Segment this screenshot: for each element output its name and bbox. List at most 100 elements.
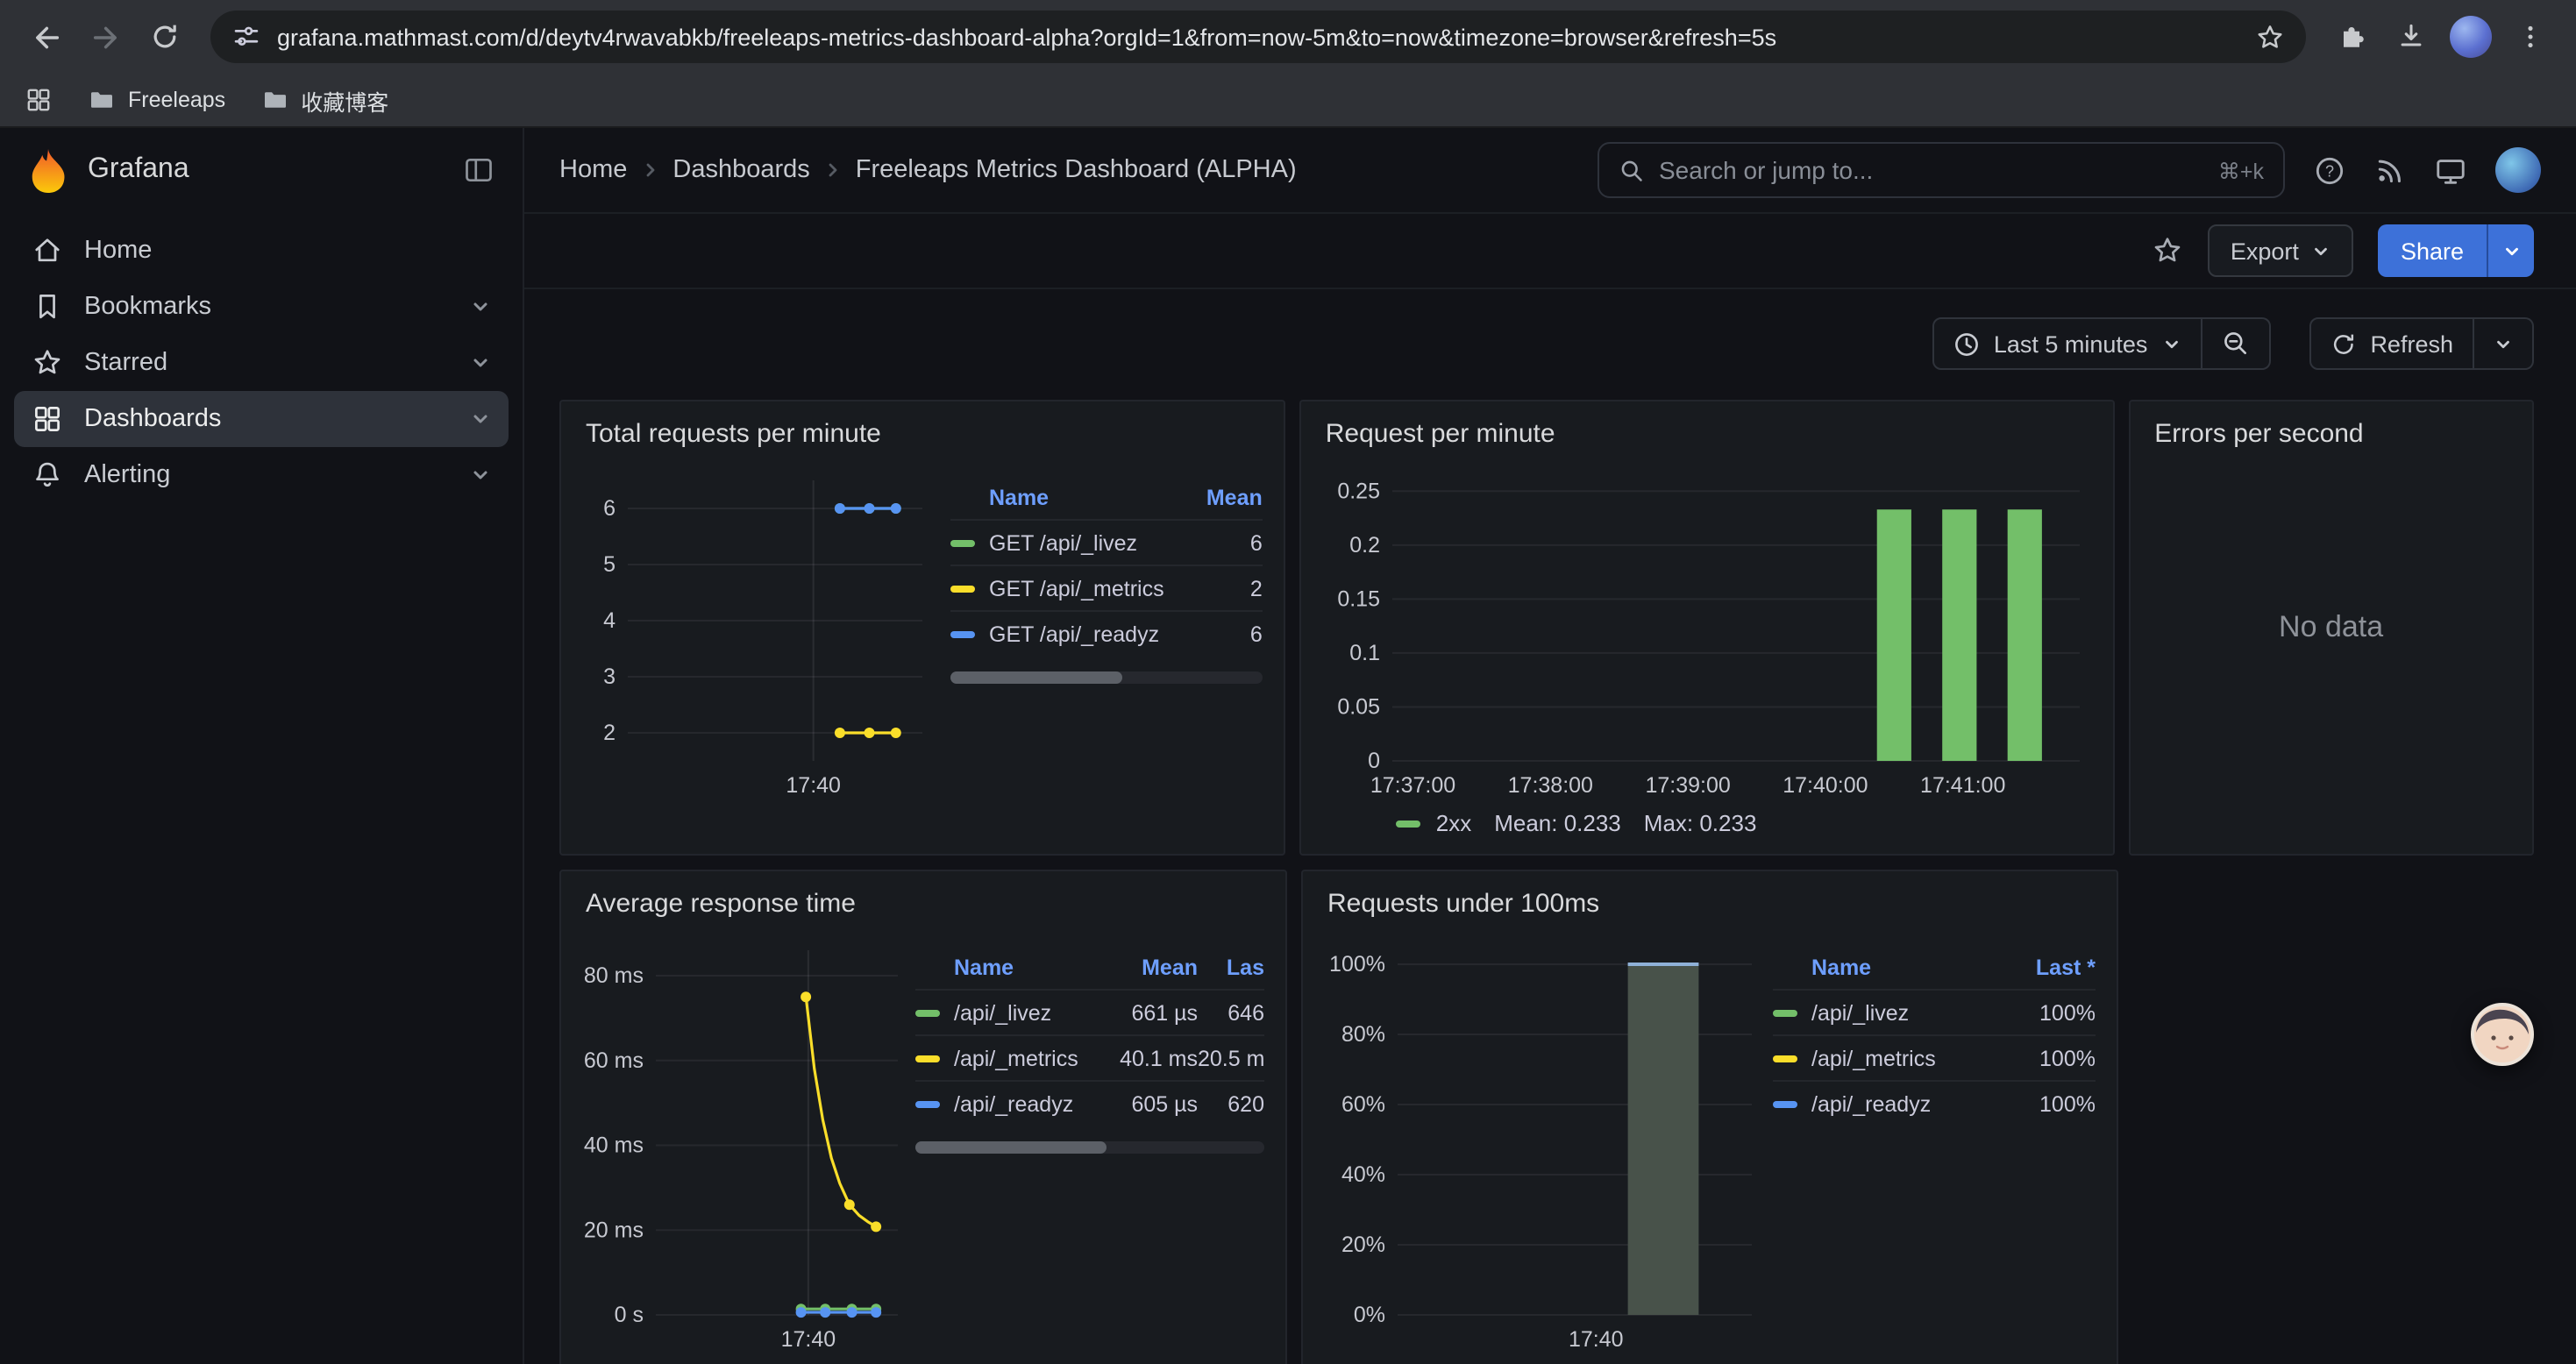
legend-header[interactable]: Mean: [1178, 486, 1263, 510]
display-button[interactable]: [2434, 153, 2467, 187]
url-bar[interactable]: grafana.mathmast.com/d/deytv4rwavabkb/fr…: [210, 11, 2306, 63]
legend: 2xx Mean: 0.233 Max: 0.233: [1322, 810, 2091, 836]
refresh-icon: [2330, 330, 2356, 357]
average-response-time-chart[interactable]: 80 ms60 ms40 ms20 ms0 s17:40: [582, 926, 908, 1360]
total-requests-chart[interactable]: 6543217:40: [582, 456, 943, 806]
bookmark-star-icon[interactable]: [2255, 22, 2285, 52]
sidebar-item-alerting[interactable]: Alerting: [14, 447, 509, 503]
svg-text:2: 2: [603, 721, 616, 745]
breadcrumb-dashboards[interactable]: Dashboards: [672, 156, 809, 184]
bookmark-folder-blogs[interactable]: 收藏博客: [260, 83, 388, 117]
chevron-down-icon[interactable]: [470, 352, 491, 373]
assistant-avatar[interactable]: [2471, 1003, 2534, 1066]
panel-total-requests: Total requests per minute 6543217:40 Nam…: [559, 400, 1285, 856]
reload-button[interactable]: [137, 9, 193, 65]
svg-text:80 ms: 80 ms: [584, 963, 644, 988]
legend-header[interactable]: Last *: [2004, 956, 2096, 980]
legend-value: 100%: [2004, 1046, 2096, 1070]
share-label[interactable]: Share: [2378, 224, 2487, 277]
chevron-down-icon[interactable]: [470, 408, 491, 430]
refresh-button[interactable]: Refresh: [2309, 317, 2474, 370]
downloads-button[interactable]: [2383, 9, 2439, 65]
breadcrumb-home[interactable]: Home: [559, 156, 627, 184]
apps-grid-button[interactable]: [25, 86, 53, 114]
legend-row: GET /api/_livez 6: [950, 519, 1263, 565]
series-toggle[interactable]: /api/_metrics: [1811, 1046, 1936, 1070]
share-button[interactable]: Share: [2378, 224, 2534, 277]
news-button[interactable]: [2374, 154, 2406, 186]
bookmark-folder-freeleaps[interactable]: Freeleaps: [88, 86, 225, 114]
sidebar-item-bookmarks[interactable]: Bookmarks: [14, 279, 509, 335]
time-range-picker[interactable]: Last 5 minutes: [1932, 317, 2202, 370]
dock-menu-button[interactable]: [463, 154, 495, 186]
request-per-minute-chart[interactable]: 0.250.20.150.10.05017:37:0017:38:0017:39…: [1322, 456, 2097, 806]
refresh-interval-button[interactable]: [2474, 317, 2534, 370]
favorite-dashboard-button[interactable]: [2152, 235, 2183, 266]
series-toggle[interactable]: /api/_readyz: [954, 1091, 1073, 1116]
panel-title[interactable]: Requests under 100ms: [1324, 882, 2096, 926]
legend-row: /api/_metrics 100%: [1773, 1034, 2096, 1080]
back-button[interactable]: [18, 9, 74, 65]
dock-menu-icon: [463, 154, 495, 186]
grafana-app: Grafana Home Bookmarks Starred: [0, 128, 2576, 1364]
menu-button[interactable]: [2502, 9, 2558, 65]
sidebar-header: Grafana: [0, 128, 523, 212]
legend-value: 605 µs: [1107, 1091, 1198, 1116]
series-swatch: [1773, 1055, 1797, 1062]
legend-row: GET /api/_metrics2: [950, 565, 1263, 610]
legend-scrollbar[interactable]: [915, 1141, 1264, 1154]
sidebar-item-dashboards[interactable]: Dashboards: [14, 391, 509, 447]
user-avatar-button[interactable]: [2495, 147, 2541, 193]
svg-text:17:41:00: 17:41:00: [1920, 773, 2005, 798]
search-input[interactable]: Search or jump to... ⌘+k: [1598, 142, 2285, 198]
back-icon: [29, 20, 62, 53]
export-button[interactable]: Export: [2208, 224, 2353, 277]
sidebar-item-starred[interactable]: Starred: [14, 335, 509, 391]
legend-header[interactable]: Name: [1773, 956, 2004, 980]
sidebar-item-home[interactable]: Home: [14, 223, 509, 279]
series-toggle[interactable]: 2xx: [1436, 810, 1471, 836]
panel-title[interactable]: Request per minute: [1322, 412, 2091, 456]
legend-value: 6: [1178, 622, 1263, 646]
series-toggle[interactable]: GET /api/_metrics: [989, 576, 1164, 600]
legend-value: 6: [1178, 530, 1263, 555]
legend-scrollbar-thumb[interactable]: [950, 671, 1122, 684]
panel-title[interactable]: Average response time: [582, 882, 1264, 926]
forward-button[interactable]: [77, 9, 133, 65]
requests-under-100ms-chart[interactable]: 100%80%60%40%20%0%17:40: [1324, 926, 1766, 1360]
extensions-button[interactable]: [2323, 9, 2380, 65]
legend-header[interactable]: Name: [915, 956, 1107, 980]
series-toggle[interactable]: /api/_metrics: [954, 1046, 1078, 1070]
panel-title[interactable]: Total requests per minute: [582, 412, 1263, 456]
screen: grafana.mathmast.com/d/deytv4rwavabkb/fr…: [0, 0, 2576, 1362]
legend-value: 620: [1198, 1091, 1264, 1116]
site-settings-icon[interactable]: [231, 22, 261, 52]
panel-average-response-time: Average response time 80 ms60 ms40 ms20 …: [559, 870, 1287, 1364]
chevron-down-icon[interactable]: [470, 296, 491, 317]
series-toggle[interactable]: /api/_livez: [954, 1000, 1051, 1025]
legend-scrollbar-thumb[interactable]: [915, 1141, 1107, 1154]
clock-icon: [1953, 330, 1980, 357]
series-swatch: [1396, 820, 1420, 827]
legend-header[interactable]: Name: [950, 486, 1178, 510]
svg-text:6: 6: [603, 496, 616, 521]
panel-title[interactable]: Errors per second: [2151, 412, 2511, 456]
legend-value: 100%: [2004, 1091, 2096, 1116]
profile-button[interactable]: [2443, 9, 2499, 65]
help-icon: ?: [2313, 153, 2346, 187]
svg-text:0.25: 0.25: [1337, 479, 1380, 503]
help-button[interactable]: ?: [2313, 153, 2346, 187]
legend-scrollbar[interactable]: [950, 671, 1263, 684]
svg-text:17:40: 17:40: [1569, 1327, 1624, 1352]
series-toggle[interactable]: /api/_readyz: [1811, 1091, 1931, 1116]
chevron-down-icon: [2311, 241, 2330, 260]
series-toggle[interactable]: GET /api/_readyz: [989, 622, 1159, 646]
series-toggle[interactable]: GET /api/_livez: [989, 530, 1137, 555]
legend-header[interactable]: Las: [1198, 956, 1264, 980]
series-toggle[interactable]: /api/_livez: [1811, 1000, 1909, 1025]
legend-header[interactable]: Mean: [1107, 956, 1198, 980]
grafana-logo[interactable]: [28, 148, 68, 192]
chevron-down-icon[interactable]: [470, 465, 491, 486]
share-menu-button[interactable]: [2487, 224, 2534, 277]
zoom-out-time-button[interactable]: [2202, 317, 2270, 370]
